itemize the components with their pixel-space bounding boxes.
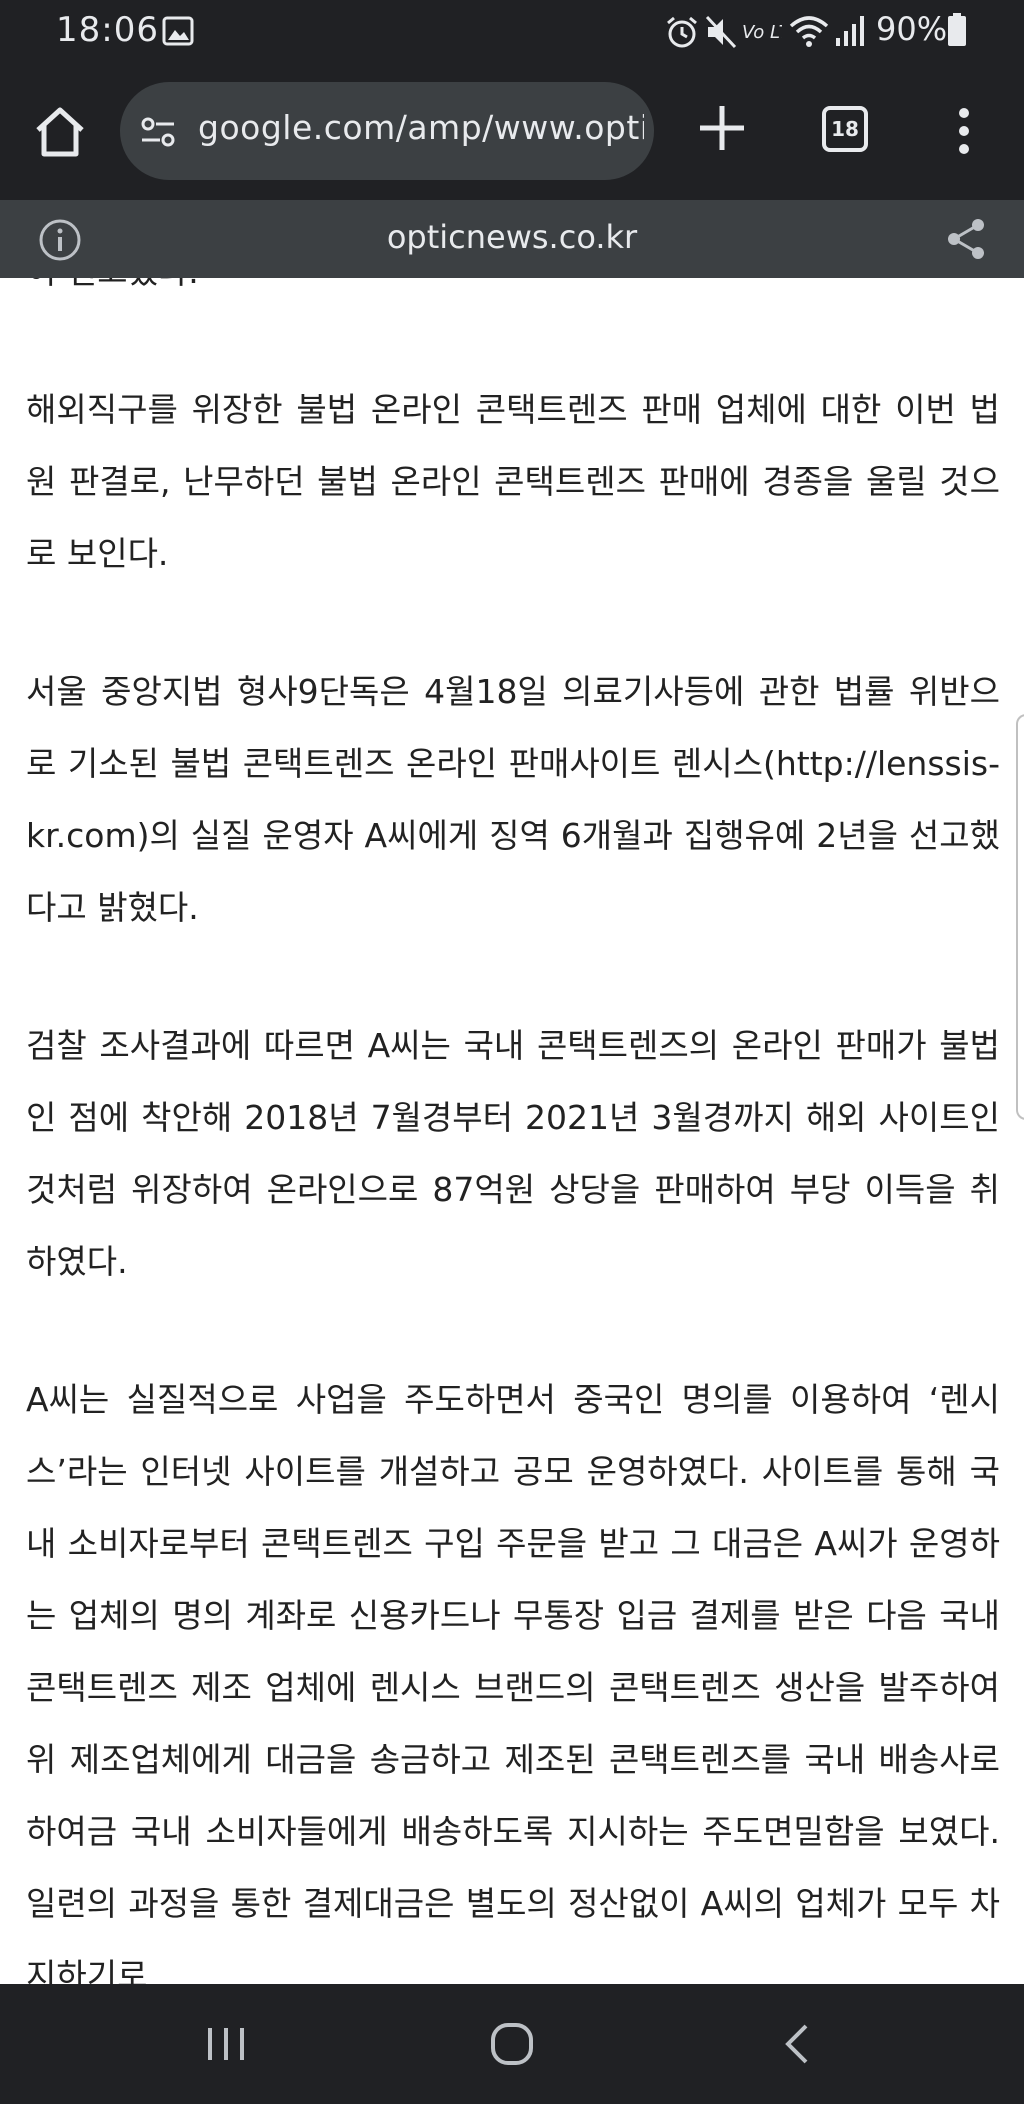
article-paragraph: 해외직구를 위장한 불법 온라인 콘택트렌즈 판매 업체에 대한 이번 법원 판… — [26, 390, 1000, 573]
share-icon[interactable] — [944, 216, 988, 262]
address-bar[interactable]: google.com/amp/www.optic — [120, 82, 654, 180]
plus-icon[interactable] — [696, 102, 748, 154]
battery-percent: 90% — [876, 10, 948, 48]
article-paragraph: 서울 중앙지법 형사9단독은 4월18일 의료기사등에 관한 법률 위반으로 기… — [26, 672, 1000, 927]
article-paragraph: 검찰 조사결과에 따르면 A씨는 국내 콘택트렌즈의 온라인 판매가 불법인 점… — [26, 1026, 1000, 1281]
tune-icon[interactable] — [138, 112, 178, 152]
mute-icon — [705, 15, 737, 49]
amp-domain[interactable]: opticnews.co.kr — [0, 218, 1024, 256]
home-icon[interactable] — [30, 102, 90, 162]
more-vert-icon[interactable] — [946, 106, 982, 156]
image-icon — [162, 16, 194, 46]
article-top-fragment: 이 선고했다. — [26, 278, 1000, 308]
amp-header-bar: opticnews.co.kr — [0, 200, 1024, 278]
alarm-icon — [667, 16, 697, 48]
status-time: 18:06 — [56, 10, 159, 50]
article-paragraph: A씨는 실질적으로 사업을 주도하면서 중국인 명의를 이용하여 ‘렌시스’라는… — [26, 1380, 1000, 1984]
article-body: 이 선고했다. 해외직구를 위장한 불법 온라인 콘택트렌즈 판매 업체에 대한… — [26, 278, 1000, 1984]
signal-icon — [836, 16, 864, 46]
network-label: Vo LTE — [742, 22, 782, 43]
back-icon[interactable] — [780, 2022, 814, 2066]
status-bar: 18:06 Vo LTE 90% — [0, 0, 1024, 62]
system-nav-bar — [0, 1984, 1024, 2104]
article-viewport[interactable]: 이 선고했다. 해외직구를 위장한 불법 온라인 콘택트렌즈 판매 업체에 대한… — [0, 278, 1024, 1984]
tab-switcher-icon[interactable]: 18 — [822, 106, 868, 152]
info-icon[interactable] — [38, 218, 82, 262]
home-circle-icon[interactable] — [488, 2020, 536, 2068]
browser-toolbar: google.com/amp/www.optic 18 — [0, 62, 1024, 200]
tab-count: 18 — [831, 117, 859, 141]
battery-icon — [948, 13, 966, 46]
wifi-icon — [789, 16, 829, 47]
volte-text: Vo LTE — [742, 22, 782, 43]
recents-icon[interactable] — [204, 2024, 248, 2064]
url-text[interactable]: google.com/amp/www.optic — [198, 108, 644, 154]
scroll-indicator[interactable] — [1016, 714, 1024, 1120]
